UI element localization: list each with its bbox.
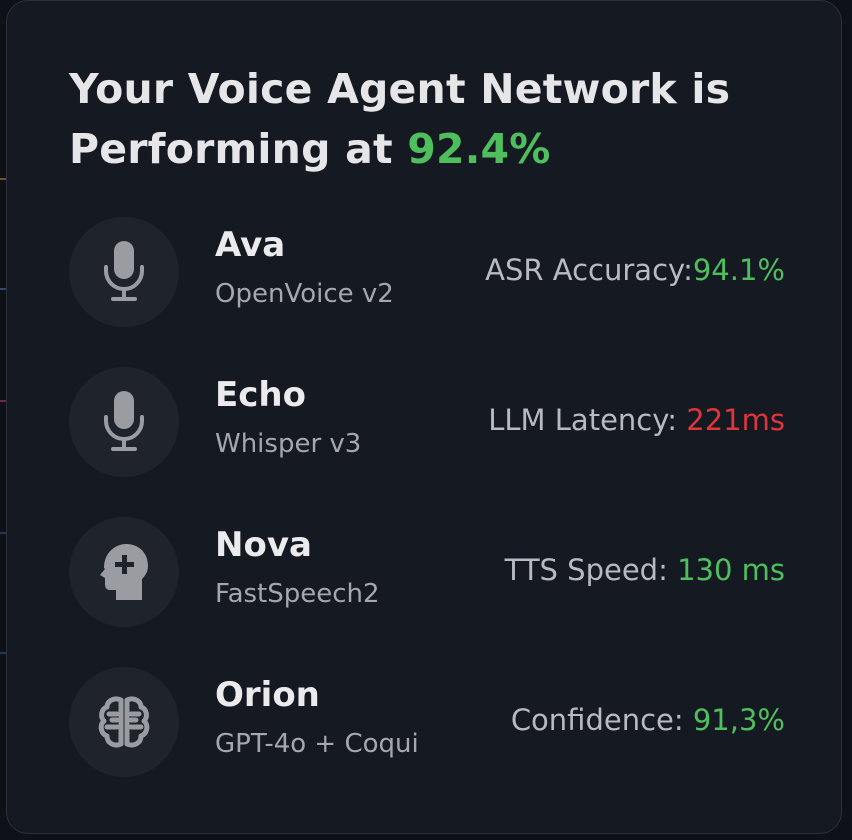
agent-name: Orion xyxy=(215,675,320,715)
headline-text: Your Voice Agent Network is Performing a… xyxy=(69,65,731,173)
agent-row-orion[interactable]: Orion GPT-4o + Coqui Confidence: 91,3% xyxy=(69,667,809,777)
metric-label: TTS Speed: xyxy=(504,553,668,587)
agent-model: FastSpeech2 xyxy=(215,579,380,609)
agent-name: Echo xyxy=(215,375,306,415)
metric-value: 94.1% xyxy=(692,253,785,287)
head-plus-icon xyxy=(100,544,148,600)
metric-value: 130 ms xyxy=(677,553,785,587)
metric-value: 221ms xyxy=(686,403,785,437)
agent-row-ava[interactable]: Ava OpenVoice v2 ASR Accuracy:94.1% xyxy=(69,217,809,327)
agent-model: Whisper v3 xyxy=(215,429,362,459)
metric-value: 91,3% xyxy=(692,703,785,737)
metric-label: ASR Accuracy: xyxy=(485,253,693,287)
agent-model: OpenVoice v2 xyxy=(215,279,394,309)
agent-avatar xyxy=(69,517,179,627)
agent-row-nova[interactable]: Nova FastSpeech2 TTS Speed: 130 ms xyxy=(69,517,809,627)
agent-row-echo[interactable]: Echo Whisper v3 LLM Latency: 221ms xyxy=(69,367,809,477)
agent-avatar xyxy=(69,667,179,777)
agent-metric: TTS Speed: 130 ms xyxy=(505,553,785,587)
agent-metric: ASR Accuracy:94.1% xyxy=(485,253,785,287)
metric-label: LLM Latency: xyxy=(488,403,678,437)
agent-avatar xyxy=(69,217,179,327)
agent-metric: LLM Latency: 221ms xyxy=(488,403,785,437)
microphone-icon xyxy=(104,391,144,451)
microphone-icon xyxy=(104,241,144,301)
agent-model: GPT-4o + Coqui xyxy=(215,729,419,759)
performance-value: 92.4% xyxy=(407,125,551,173)
brain-icon xyxy=(98,696,150,748)
agent-avatar xyxy=(69,367,179,477)
metric-label: Confidence: xyxy=(510,703,684,737)
agent-metric: Confidence: 91,3% xyxy=(511,703,785,737)
performance-card: Your Voice Agent Network is Performing a… xyxy=(6,0,842,834)
performance-headline: Your Voice Agent Network is Performing a… xyxy=(69,59,789,179)
agent-name: Nova xyxy=(215,525,312,565)
agent-name: Ava xyxy=(215,225,286,265)
